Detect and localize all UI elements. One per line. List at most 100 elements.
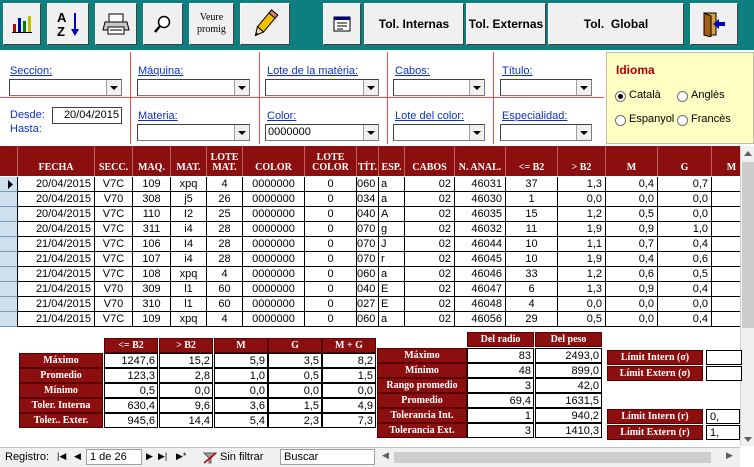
table-cell[interactable]: 0,9 [606,222,658,237]
table-cell[interactable]: 034 [357,192,379,207]
exit-button[interactable] [690,3,738,45]
table-cell[interactable]: 040 [357,207,379,222]
table-cell[interactable] [712,222,740,237]
table-cell[interactable]: 0000000 [243,252,305,267]
table-row[interactable]: 21/04/2015 V70 309 l1 60 0000000 0 040 E 02 46047 6… [0,282,740,297]
table-cell[interactable]: 60 [207,282,243,297]
table-row[interactable]: 21/04/2015 V7C 108 xpq 4 0000000 0 060 a 02 46046 3… [0,267,740,282]
materia-combo[interactable] [137,124,250,141]
table-cell[interactable]: 311 [133,222,171,237]
column-header[interactable]: MAT. [171,146,207,176]
table-cell[interactable]: a [379,177,405,192]
table-cell[interactable]: V7C [95,207,133,222]
table-cell[interactable]: 0000000 [243,312,305,327]
radio-angles[interactable] [677,91,688,102]
table-cell[interactable]: 0,7 [658,177,712,192]
scroll-up-icon[interactable] [741,146,754,160]
table-cell[interactable]: 060 [357,312,379,327]
table-cell[interactable]: a [379,312,405,327]
table-cell[interactable]: 1,9 [558,222,606,237]
table-cell[interactable]: 0 [305,192,357,207]
table-cell[interactable]: 26 [207,192,243,207]
table-cell[interactable]: 02 [405,267,455,282]
column-header[interactable]: MAQ. [133,146,171,176]
table-row[interactable]: 20/04/2015 V7C 109 xpq 4 0000000 0 060 a 02 46031 3… [0,177,740,192]
table-cell[interactable]: 0,0 [658,207,712,222]
scroll-left-icon[interactable]: ◀ [382,450,389,461]
column-header[interactable]: LOTE MAT. [207,146,243,176]
chevron-down-icon[interactable] [106,80,121,95]
table-cell[interactable]: 1,3 [558,177,606,192]
table-cell[interactable]: A [379,207,405,222]
table-cell[interactable]: 46047 [455,282,506,297]
chevron-down-icon[interactable] [234,125,249,140]
filter-icon[interactable] [203,452,217,464]
table-cell[interactable]: 0 [305,252,357,267]
table-cell[interactable]: 60 [207,297,243,312]
column-header[interactable]: TÍT. [357,146,379,176]
table-cell[interactable]: 0,5 [658,267,712,282]
table-cell[interactable]: 070 [357,252,379,267]
table-cell[interactable]: 070 [357,222,379,237]
table-cell[interactable]: r [379,252,405,267]
maquina-combo[interactable] [137,79,250,96]
table-cell[interactable]: 46032 [455,222,506,237]
chevron-down-icon[interactable] [576,80,591,95]
table-cell[interactable]: 0,5 [606,207,658,222]
table-cell[interactable]: 0,4 [606,177,658,192]
table-cell[interactable]: 46031 [455,177,506,192]
new-record-icon[interactable]: ▶* [176,451,186,462]
search-button[interactable] [143,3,183,45]
form-view-button[interactable] [323,3,361,45]
table-row[interactable]: 21/04/2015 V70 310 l1 60 0000000 0 027 E 02 46048 4… [0,297,740,312]
column-header[interactable]: CABOS [405,146,455,176]
table-cell[interactable]: 0,4 [658,237,712,252]
table-cell[interactable]: 02 [405,237,455,252]
table-cell[interactable]: 309 [133,282,171,297]
record-position-field[interactable]: 1 de 26 [86,449,142,465]
table-cell[interactable]: j5 [171,192,207,207]
table-cell[interactable]: 106 [133,237,171,252]
radio-espanyol[interactable] [615,115,626,126]
table-cell[interactable]: 308 [133,192,171,207]
table-cell[interactable]: 0 [305,282,357,297]
table-cell[interactable]: 02 [405,177,455,192]
column-header[interactable]: N. ANAL. [455,146,506,176]
table-cell[interactable]: xpq [171,177,207,192]
table-cell[interactable]: 109 [133,177,171,192]
table-cell[interactable]: 0 [305,312,357,327]
table-cell[interactable]: 0,4 [606,252,658,267]
table-cell[interactable]: 20/04/2015 [18,192,95,207]
column-header[interactable]: FECHA [18,146,95,176]
scroll-down-icon[interactable] [741,432,754,446]
table-cell[interactable]: 20/04/2015 [18,222,95,237]
column-header[interactable]: LOTE COLOR [305,146,357,176]
table-cell[interactable]: 108 [133,267,171,282]
chevron-down-icon[interactable] [363,125,378,140]
table-cell[interactable]: 15 [506,207,558,222]
color-combo[interactable]: 0000000 [265,124,379,141]
table-cell[interactable]: 0000000 [243,222,305,237]
table-cell[interactable]: V7C [95,177,133,192]
table-cell[interactable]: 46044 [455,237,506,252]
column-header[interactable]: <= B2 [506,146,558,176]
table-cell[interactable]: 21/04/2015 [18,282,95,297]
table-cell[interactable]: g [379,222,405,237]
table-cell[interactable]: 0 [305,297,357,312]
table-cell[interactable]: xpq [171,312,207,327]
table-cell[interactable]: 21/04/2015 [18,267,95,282]
table-cell[interactable] [712,252,740,267]
tol-externas-button[interactable]: Tol. Externas [466,3,546,45]
table-cell[interactable]: 4 [207,312,243,327]
column-header[interactable]: ESP. [379,146,405,176]
table-cell[interactable]: 040 [357,282,379,297]
table-cell[interactable]: a [379,267,405,282]
table-cell[interactable]: E [379,297,405,312]
column-header[interactable]: G [658,146,712,176]
chevron-down-icon[interactable] [469,125,484,140]
table-cell[interactable]: 0 [305,222,357,237]
table-cell[interactable]: 02 [405,297,455,312]
hscroll-thumb[interactable] [394,452,711,463]
table-cell[interactable]: i4 [171,222,207,237]
column-header[interactable]: M [606,146,658,176]
